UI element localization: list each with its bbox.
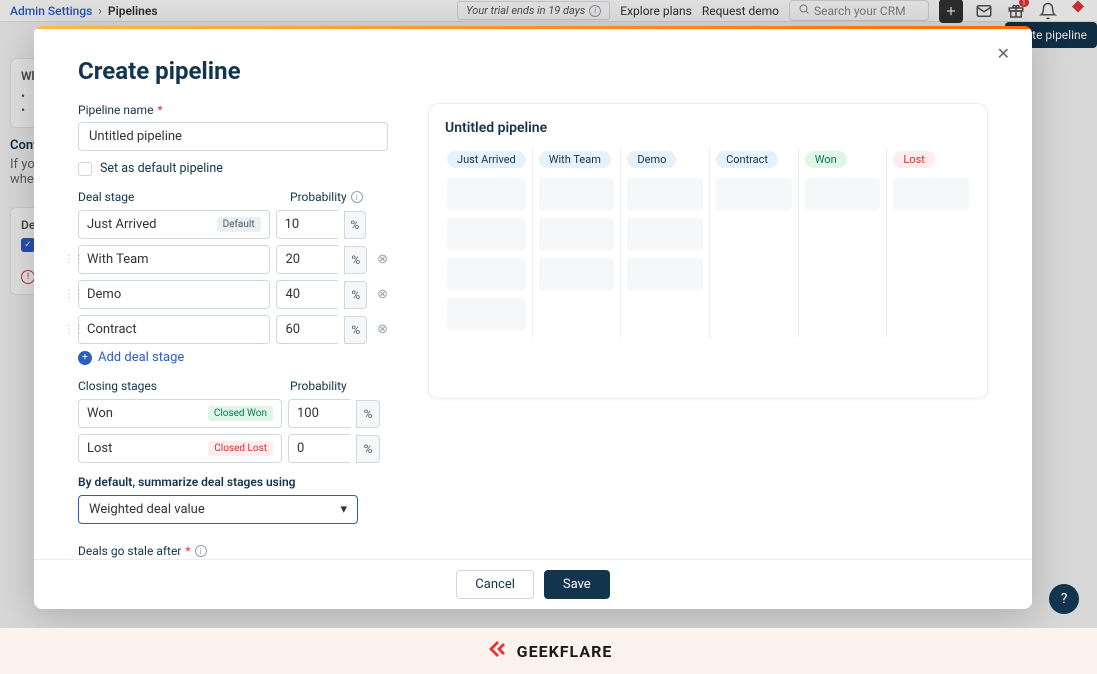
ghost-card bbox=[893, 178, 969, 210]
stage-name-input[interactable]: With Team bbox=[78, 245, 270, 274]
ghost-card bbox=[805, 178, 881, 210]
preview-column: Lost bbox=[887, 148, 975, 338]
preview-column: Won bbox=[799, 148, 888, 338]
ghost-card bbox=[716, 178, 792, 210]
column-chip: Contract bbox=[716, 151, 778, 168]
column-chip: Lost bbox=[893, 151, 934, 168]
ghost-card bbox=[447, 178, 526, 210]
stage-name-input[interactable]: Just ArrivedDefault bbox=[78, 210, 270, 239]
drag-handle-icon[interactable]: ⋮⋮ bbox=[64, 254, 74, 265]
ghost-card bbox=[447, 218, 526, 250]
default-badge: Default bbox=[217, 217, 261, 232]
probability-input[interactable] bbox=[276, 210, 338, 239]
ghost-card bbox=[627, 258, 703, 290]
save-button[interactable]: Save bbox=[544, 570, 610, 599]
percent-label: % bbox=[344, 211, 367, 239]
set-default-checkbox[interactable] bbox=[78, 162, 92, 176]
closing-stage-input[interactable]: LostClosed Lost bbox=[78, 434, 282, 463]
set-default-label: Set as default pipeline bbox=[100, 161, 223, 176]
probability-header: Probability i bbox=[290, 190, 363, 204]
remove-stage-icon[interactable]: ⊗ bbox=[377, 322, 388, 337]
drag-handle-icon[interactable]: ⋮⋮ bbox=[64, 289, 74, 300]
modal-footer: Cancel Save bbox=[34, 559, 1032, 609]
deal-stage-header: Deal stage bbox=[78, 190, 282, 204]
closing-stage-input[interactable]: WonClosed Won bbox=[78, 399, 282, 428]
ghost-card bbox=[539, 258, 615, 290]
geekflare-logo-icon bbox=[485, 637, 509, 665]
probability-input[interactable] bbox=[288, 399, 350, 428]
stage-row: ⋮⋮Contract%⊗ bbox=[78, 315, 388, 344]
stage-row: ⋮⋮Demo%⊗ bbox=[78, 280, 388, 309]
pipeline-name-label: Pipeline name* bbox=[78, 103, 388, 117]
help-fab[interactable]: ? bbox=[1049, 584, 1079, 614]
preview-column: Just Arrived bbox=[441, 148, 533, 338]
remove-stage-icon[interactable]: ⊗ bbox=[377, 287, 388, 302]
closing-probability-header: Probability bbox=[290, 379, 347, 393]
cancel-button[interactable]: Cancel bbox=[456, 570, 534, 599]
column-chip: With Team bbox=[539, 151, 611, 168]
summary-select[interactable]: Weighted deal value ▾ bbox=[78, 495, 358, 524]
stage-name-input[interactable]: Contract bbox=[78, 315, 270, 344]
ghost-card bbox=[447, 298, 526, 330]
won-badge: Closed Won bbox=[208, 406, 273, 421]
info-icon[interactable]: i bbox=[195, 545, 207, 557]
ghost-card bbox=[539, 178, 615, 210]
preview-column: Contract bbox=[710, 148, 799, 338]
percent-label: % bbox=[356, 435, 380, 463]
probability-input[interactable] bbox=[276, 245, 338, 274]
percent-label: % bbox=[356, 400, 380, 428]
ghost-card bbox=[627, 178, 703, 210]
info-icon[interactable]: i bbox=[351, 191, 363, 203]
stage-row: ⋮⋮With Team%⊗ bbox=[78, 245, 388, 274]
closing-stage-row: LostClosed Lost% bbox=[78, 434, 388, 463]
add-deal-stage-button[interactable]: + Add deal stage bbox=[78, 350, 388, 365]
remove-stage-icon[interactable]: ⊗ bbox=[377, 252, 388, 267]
plus-icon: + bbox=[78, 351, 92, 365]
percent-label: % bbox=[344, 246, 367, 274]
stage-row: Just ArrivedDefault% bbox=[78, 210, 388, 239]
percent-label: % bbox=[344, 316, 367, 344]
ghost-card bbox=[447, 258, 526, 290]
ghost-card bbox=[539, 218, 615, 250]
probability-input[interactable] bbox=[288, 434, 350, 463]
preview-title: Untitled pipeline bbox=[441, 120, 975, 136]
pipeline-name-input[interactable] bbox=[78, 122, 388, 151]
chevron-down-icon: ▾ bbox=[340, 502, 347, 517]
stage-name-input[interactable]: Demo bbox=[78, 280, 270, 309]
preview-column: With Team bbox=[533, 148, 622, 338]
pipeline-preview: Untitled pipeline Just Arrived With Team D… bbox=[428, 103, 988, 399]
probability-input[interactable] bbox=[276, 315, 338, 344]
preview-column: Demo bbox=[621, 148, 710, 338]
summary-label: By default, summarize deal stages using bbox=[78, 475, 388, 489]
lost-badge: Closed Lost bbox=[208, 441, 273, 456]
column-chip: Just Arrived bbox=[447, 151, 526, 168]
drag-handle-icon[interactable]: ⋮⋮ bbox=[64, 324, 74, 335]
closing-stages-header: Closing stages bbox=[78, 379, 282, 393]
column-chip: Demo bbox=[627, 151, 676, 168]
ghost-card bbox=[627, 218, 703, 250]
modal-title: Create pipeline bbox=[78, 57, 388, 85]
probability-input[interactable] bbox=[276, 280, 338, 309]
brand-text: GEEKFLARE bbox=[517, 642, 613, 661]
create-pipeline-modal: ✕ Create pipeline Pipeline name* Set as … bbox=[34, 26, 1032, 609]
close-icon[interactable]: ✕ bbox=[997, 44, 1010, 63]
footer-brand: GEEKFLARE bbox=[0, 628, 1097, 674]
percent-label: % bbox=[344, 281, 367, 309]
closing-stage-row: WonClosed Won% bbox=[78, 399, 388, 428]
stale-label: Deals go stale after* i bbox=[78, 544, 388, 558]
column-chip: Won bbox=[805, 151, 847, 168]
